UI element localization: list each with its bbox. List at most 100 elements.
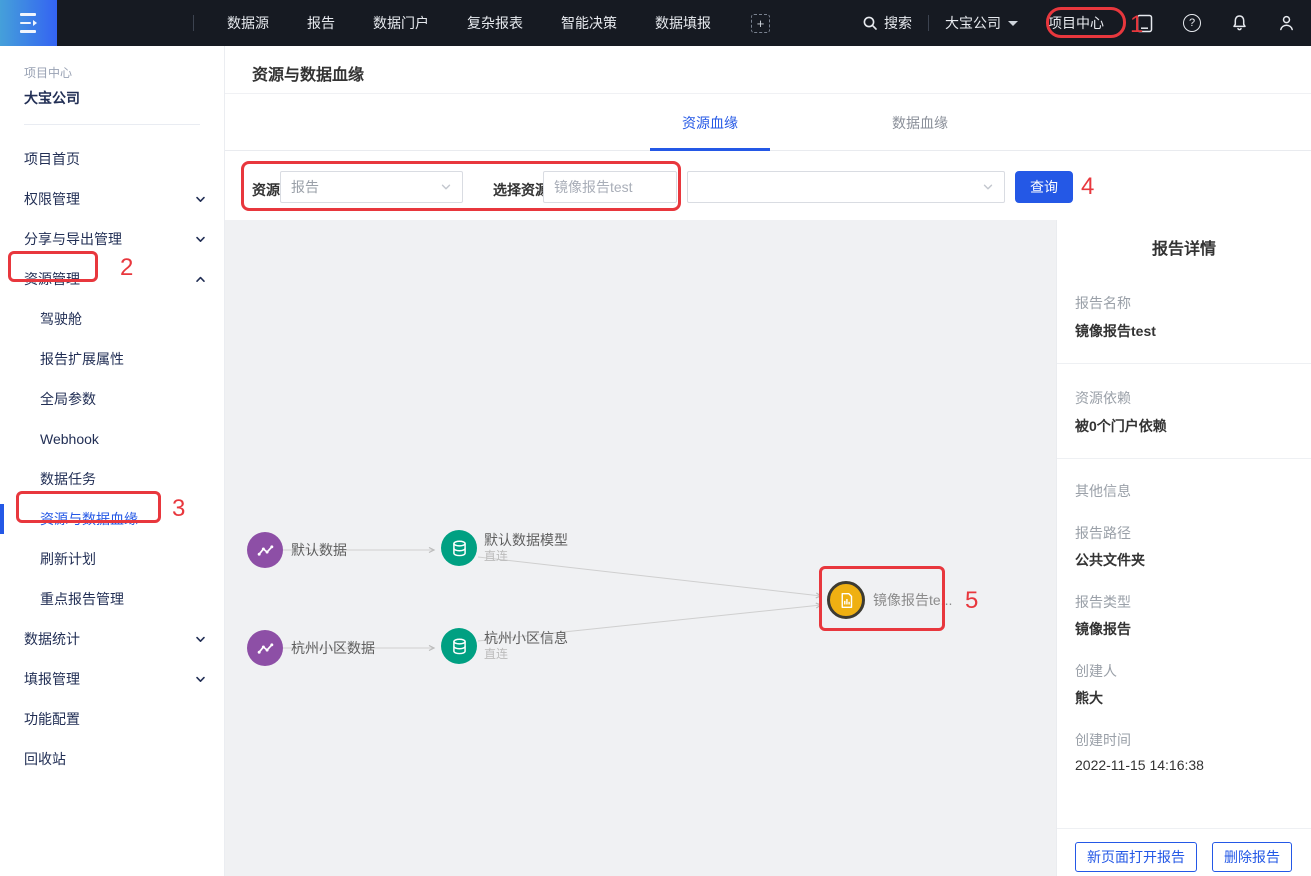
help-glyph: ? [1189,17,1195,29]
node-default-model[interactable]: 默认数据模型 直连 [441,530,568,566]
sidebar-item-filling-mgmt[interactable]: 填报管理 [0,659,224,699]
node-label: 镜像报告te... [873,590,952,610]
sidebar-item-label: 报告扩展属性 [40,349,124,369]
nav-data-filling[interactable]: 数据填报 [655,13,711,33]
plus-icon: + [757,17,765,30]
dependency-value: 被0个门户依赖 [1075,416,1293,436]
resource-select-label: 选择资源 [493,180,549,200]
chevron-down-icon [195,234,206,245]
lineage-canvas[interactable]: 默认数据 默认数据模型 直连 [225,220,1056,876]
nav-data-portal[interactable]: 数据门户 [373,13,429,33]
database-icon [450,539,469,558]
app-root: 数据源 报告 数据门户 复杂报表 智能决策 数据填报 + 搜索 大宝公司 项 [0,0,1311,876]
resource-search-input[interactable] [543,171,677,203]
sidebar-item-label: 全局参数 [40,389,96,409]
report-path-value: 公共文件夹 [1075,550,1293,570]
sidebar-item-data-stats[interactable]: 数据统计 [0,619,224,659]
node-sublabel: 直连 [484,648,568,661]
add-module-button[interactable]: + [751,14,770,33]
create-time-value: 2022-11-15 14:16:38 [1075,757,1293,773]
company-name: 大宝公司 [945,13,1001,33]
line-chart-icon [256,639,275,658]
sidebar-item-function-config[interactable]: 功能配置 [0,699,224,739]
delete-report-button[interactable]: 删除报告 [1212,842,1292,872]
chevron-down-icon [195,634,206,645]
node-default-dataset[interactable]: 默认数据 [247,532,347,568]
sidebar-item-label: 分享与导出管理 [24,229,122,249]
sidebar-item-webhook[interactable]: Webhook [0,419,224,459]
bell-icon [1231,14,1248,32]
filter-bar: 资源类型 报告 选择资源 查询 [225,152,1311,220]
caret-down-icon [1008,21,1018,26]
resource-select[interactable] [687,171,1005,203]
page-header: 资源与数据血缘 [225,46,1311,94]
nav-datasource[interactable]: 数据源 [227,13,269,33]
sidebar-item-label: 数据统计 [24,629,80,649]
sidebar-item-label: 资源与数据血缘 [40,509,138,529]
open-report-button[interactable]: 新页面打开报告 [1075,842,1197,872]
sidebar-item-share-export[interactable]: 分享与导出管理 [0,219,224,259]
user-menu-button[interactable] [1278,14,1295,32]
node-label: 杭州小区数据 [291,638,375,658]
menu-icon [20,11,37,35]
resource-type-value: 报告 [291,177,319,197]
node-mirror-report[interactable]: 镜像报告te... [827,581,952,619]
app-logo[interactable] [0,0,57,46]
sidebar-item-key-report[interactable]: 重点报告管理 [0,579,224,619]
report-name-label: 报告名称 [1075,293,1293,313]
other-info-title: 其他信息 [1075,481,1293,501]
help-button[interactable]: ? [1183,14,1201,32]
node-label: 默认数据模型 [484,533,568,548]
line-chart-icon [256,541,275,560]
search-button[interactable]: 搜索 [862,13,912,33]
chevron-down-icon [982,181,994,193]
sidebar-item-label: 刷新计划 [40,549,96,569]
node-hangzhou-dataset[interactable]: 杭州小区数据 [247,630,375,666]
context-label: 项目中心 [24,64,200,81]
topbar-divider [928,15,929,31]
sidebar-item-resource-mgmt[interactable]: 资源管理 [0,259,224,299]
sidebar-item-cockpit[interactable]: 驾驶舱 [0,299,224,339]
report-path-label: 报告路径 [1075,523,1293,543]
report-type-label: 报告类型 [1075,592,1293,612]
sidebar-item-label: 驾驶舱 [40,309,82,329]
create-time-label: 创建时间 [1075,730,1293,750]
sidebar-item-recycle-bin[interactable]: 回收站 [0,739,224,779]
node-hangzhou-model[interactable]: 杭州小区信息 直连 [441,628,568,664]
topbar-right: 搜索 大宝公司 项目中心 ? [862,13,1311,33]
sidebar-item-report-ext[interactable]: 报告扩展属性 [0,339,224,379]
sidebar-item-data-task[interactable]: 数据任务 [0,459,224,499]
project-center-button[interactable]: 项目中心 [1048,13,1104,33]
page-title: 资源与数据血缘 [225,46,1311,85]
creator-label: 创建人 [1075,661,1293,681]
device-icon [1136,14,1153,33]
lineage-edges [225,220,1056,876]
sidebar-item-project-home[interactable]: 项目首页 [0,139,224,179]
creator-value: 熊大 [1075,688,1293,708]
notifications-button[interactable] [1231,14,1248,32]
sidebar-item-lineage[interactable]: 资源与数据血缘 [0,499,224,539]
sidebar-item-global-params[interactable]: 全局参数 [0,379,224,419]
query-button[interactable]: 查询 [1015,171,1073,203]
detail-footer: 新页面打开报告 删除报告 [1057,828,1311,876]
topbar-divider [193,15,194,31]
sidebar-item-label: 回收站 [24,749,66,769]
tab-data-lineage[interactable]: 数据血缘 [860,95,980,151]
tab-resource-lineage[interactable]: 资源血缘 [650,95,770,151]
nav-complex-report[interactable]: 复杂报表 [467,13,523,33]
sidebar-item-permission[interactable]: 权限管理 [0,179,224,219]
nav-report[interactable]: 报告 [307,13,335,33]
chevron-down-icon [195,194,206,205]
dependency-label: 资源依赖 [1075,388,1293,408]
device-button[interactable] [1136,14,1153,33]
search-label: 搜索 [884,13,912,33]
topbar-nav: 数据源 报告 数据门户 复杂报表 智能决策 数据填报 [227,13,711,33]
sidebar-item-refresh-plan[interactable]: 刷新计划 [0,539,224,579]
chevron-down-icon [195,674,206,685]
context-company[interactable]: 大宝公司 [24,88,200,108]
sidebar-item-label: 权限管理 [24,189,80,209]
nav-smart-decision[interactable]: 智能决策 [561,13,617,33]
resource-type-select[interactable]: 报告 [280,171,463,203]
company-switcher[interactable]: 大宝公司 [945,13,1018,33]
report-icon [838,592,855,609]
